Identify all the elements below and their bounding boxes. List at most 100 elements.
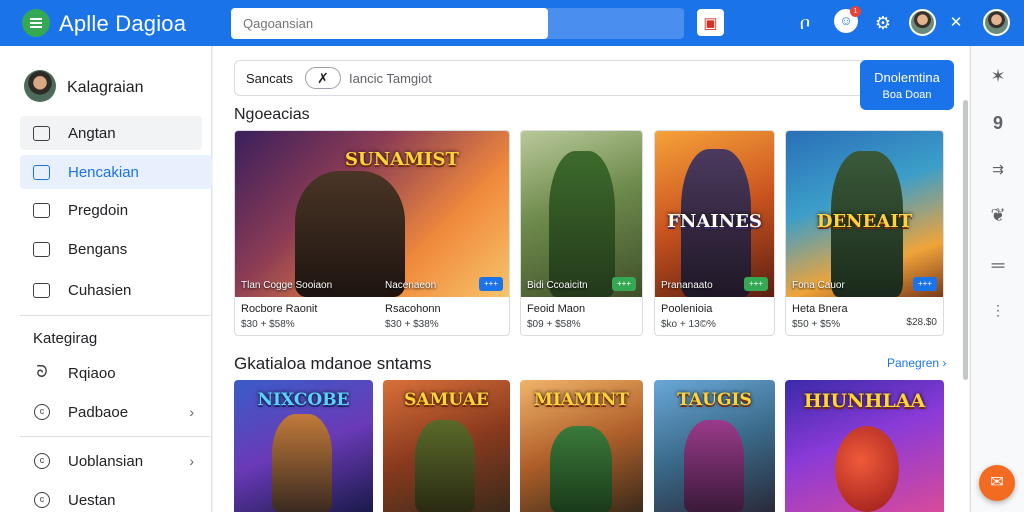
filter-bar: Sancats ✗ Iancic Tamgiot bbox=[234, 60, 954, 96]
right-rail: ✶ 9 ⇉ ❦ ═ ⋮ bbox=[970, 46, 1024, 512]
search-field[interactable] bbox=[231, 8, 548, 39]
account-avatar[interactable] bbox=[909, 9, 936, 36]
game-name: Rsacohonn bbox=[385, 303, 441, 315]
swirl-icon: ᘐ bbox=[36, 364, 48, 381]
game-badge: +++ bbox=[913, 277, 937, 291]
library-icon bbox=[33, 125, 50, 141]
game-tile[interactable]: SAMUAE bbox=[383, 380, 510, 512]
compose-fab[interactable]: ✉ bbox=[979, 465, 1015, 501]
search-input[interactable] bbox=[243, 16, 536, 31]
game-caption: Prananaato bbox=[661, 280, 713, 291]
page-icon bbox=[33, 202, 50, 218]
game-tile[interactable]: TAUGIS bbox=[654, 380, 775, 512]
close-icon[interactable]: ✕ bbox=[945, 11, 967, 35]
top-app-bar: Aplle Dagioa ▣ ቦ ☺ 1 ⚙ ✕ bbox=[0, 0, 1024, 46]
search-bar bbox=[231, 8, 684, 39]
game-tile[interactable]: MIAMINT bbox=[520, 380, 643, 512]
leaf-icon[interactable]: ❦ bbox=[986, 203, 1010, 227]
sidebar-item-pages[interactable]: Pregdoin bbox=[20, 193, 202, 227]
category-label: Uestan bbox=[68, 491, 116, 509]
game-badge: +++ bbox=[479, 277, 503, 291]
sidebar-item-label: Angtan bbox=[68, 124, 116, 142]
featured-title: Ngoeacias bbox=[234, 106, 310, 123]
category-label: Uoblansian bbox=[68, 452, 144, 470]
game-name: Rocbore Raonit bbox=[241, 303, 318, 315]
game-caption: Bidi Ccoaicitn bbox=[527, 280, 588, 291]
game-caption: Nacenaeon bbox=[385, 280, 437, 291]
game-card[interactable]: SUNAMIST Tlan Cogge Sooiaon Nacenaeon ++… bbox=[234, 130, 510, 336]
main-content: Sancats ✗ Iancic Tamgiot Dnolemtina Boa … bbox=[213, 46, 969, 512]
download-button-sublabel: Boa Doan bbox=[882, 89, 932, 101]
circle-icon: c bbox=[34, 492, 50, 508]
sidebar-item-bag[interactable]: Cuhasien bbox=[20, 273, 202, 307]
game-name: Poolenioia bbox=[661, 303, 713, 315]
sidebar-item-inbox[interactable]: Hencakian bbox=[20, 155, 212, 189]
game-art-title: TAUGIS bbox=[677, 390, 752, 410]
game-art-title: HIUNHLAA bbox=[803, 390, 926, 412]
game-meta: $50 + $5% bbox=[792, 319, 841, 330]
game-caption: Tlan Cogge Sooiaon bbox=[241, 280, 333, 291]
hero-figure bbox=[549, 151, 615, 297]
game-art: DENEAIT Fona Cauor +++ bbox=[786, 131, 943, 297]
category-item[interactable]: ᘐ Rqiaoo bbox=[20, 358, 202, 388]
notification-badge: 1 bbox=[850, 6, 861, 17]
game-art-title: FNAINES bbox=[667, 211, 762, 232]
category-item[interactable]: c Padbaoe › bbox=[20, 397, 202, 427]
circle-icon: c bbox=[34, 404, 50, 420]
user-avatar[interactable] bbox=[24, 70, 56, 102]
game-card[interactable]: DENEAIT Fona Cauor +++ Heta Bnera $50 + … bbox=[785, 130, 944, 336]
game-art: SUNAMIST Tlan Cogge Sooiaon Nacenaeon ++… bbox=[235, 131, 509, 297]
see-more-link[interactable]: Panegren › bbox=[887, 356, 946, 370]
category-item[interactable]: c Uestan bbox=[20, 485, 202, 512]
game-card[interactable]: FNAINES Prananaato +++ Poolenioia $ko + … bbox=[654, 130, 775, 336]
download-button-label: Dnolemtina bbox=[874, 70, 940, 85]
scrollbar[interactable] bbox=[963, 100, 968, 380]
sidebar-item-label: Cuhasien bbox=[68, 281, 132, 299]
filter-label: Sancats bbox=[246, 71, 293, 86]
category-label: Rqiaoo bbox=[68, 364, 116, 382]
menu-lines-icon[interactable]: ═ bbox=[986, 253, 1010, 277]
filter-input[interactable]: Iancic Tamgiot bbox=[349, 71, 432, 86]
hero-figure bbox=[295, 171, 405, 297]
game-art: Bidi Ccoaicitn +++ bbox=[521, 131, 642, 297]
sidebar: Kalagraian Angtan Hencakian Pregdoin Ben… bbox=[0, 46, 212, 512]
divider bbox=[20, 436, 212, 437]
more-icon[interactable]: ⋮ bbox=[986, 298, 1010, 322]
game-badge: +++ bbox=[744, 277, 768, 291]
sidebar-item-label: Hencakian bbox=[68, 163, 139, 181]
recent-title: Gkatialoa mdanoe sntams bbox=[234, 354, 432, 373]
game-tile[interactable]: HIUNHLAA bbox=[785, 380, 944, 512]
menu-icon[interactable] bbox=[22, 9, 50, 37]
divider bbox=[20, 315, 212, 316]
download-button[interactable]: Dnolemtina Boa Doan bbox=[860, 60, 954, 110]
game-art: FNAINES Prananaato +++ bbox=[655, 131, 774, 297]
sidebar-item-library[interactable]: Angtan bbox=[20, 116, 202, 150]
sidebar-item-label: Bengans bbox=[68, 240, 128, 258]
star-icon[interactable]: ✶ bbox=[986, 64, 1010, 88]
hero-figure bbox=[272, 414, 332, 512]
settings-icon[interactable]: ⚙ bbox=[872, 11, 894, 35]
bag-icon bbox=[33, 282, 50, 298]
app-title: Aplle Dagioa bbox=[59, 11, 187, 36]
game-art-title: DENEAIT bbox=[816, 211, 913, 232]
game-card[interactable]: Bidi Ccoaicitn +++ Feoid Maon $09 + $58% bbox=[520, 130, 643, 336]
chevron-right-icon: › bbox=[189, 453, 194, 469]
game-meta: $ko + 13©% bbox=[661, 319, 716, 330]
sidebar-item-puzzles[interactable]: Bengans bbox=[20, 232, 202, 266]
game-meta: $30 + $38% bbox=[385, 319, 439, 330]
help-icon[interactable]: 9 bbox=[986, 111, 1010, 135]
game-caption: Fona Cauor bbox=[792, 280, 845, 291]
lightbulb-icon[interactable]: ቦ bbox=[794, 11, 816, 35]
game-tile[interactable]: NIXCOBE bbox=[234, 380, 373, 512]
user-name: Kalagraian bbox=[67, 79, 144, 96]
filter-chip[interactable]: ✗ bbox=[305, 67, 341, 89]
hero-figure bbox=[684, 420, 744, 512]
code-icon[interactable]: ⇉ bbox=[986, 157, 1010, 181]
category-title: Kategirag bbox=[33, 330, 98, 347]
profile-avatar[interactable] bbox=[983, 9, 1010, 36]
category-label: Padbaoe bbox=[68, 403, 129, 421]
store-icon[interactable]: ▣ bbox=[697, 9, 724, 36]
category-item[interactable]: c Uoblansian › bbox=[20, 446, 202, 476]
hero-figure bbox=[415, 420, 475, 512]
hero-figure bbox=[835, 426, 899, 512]
